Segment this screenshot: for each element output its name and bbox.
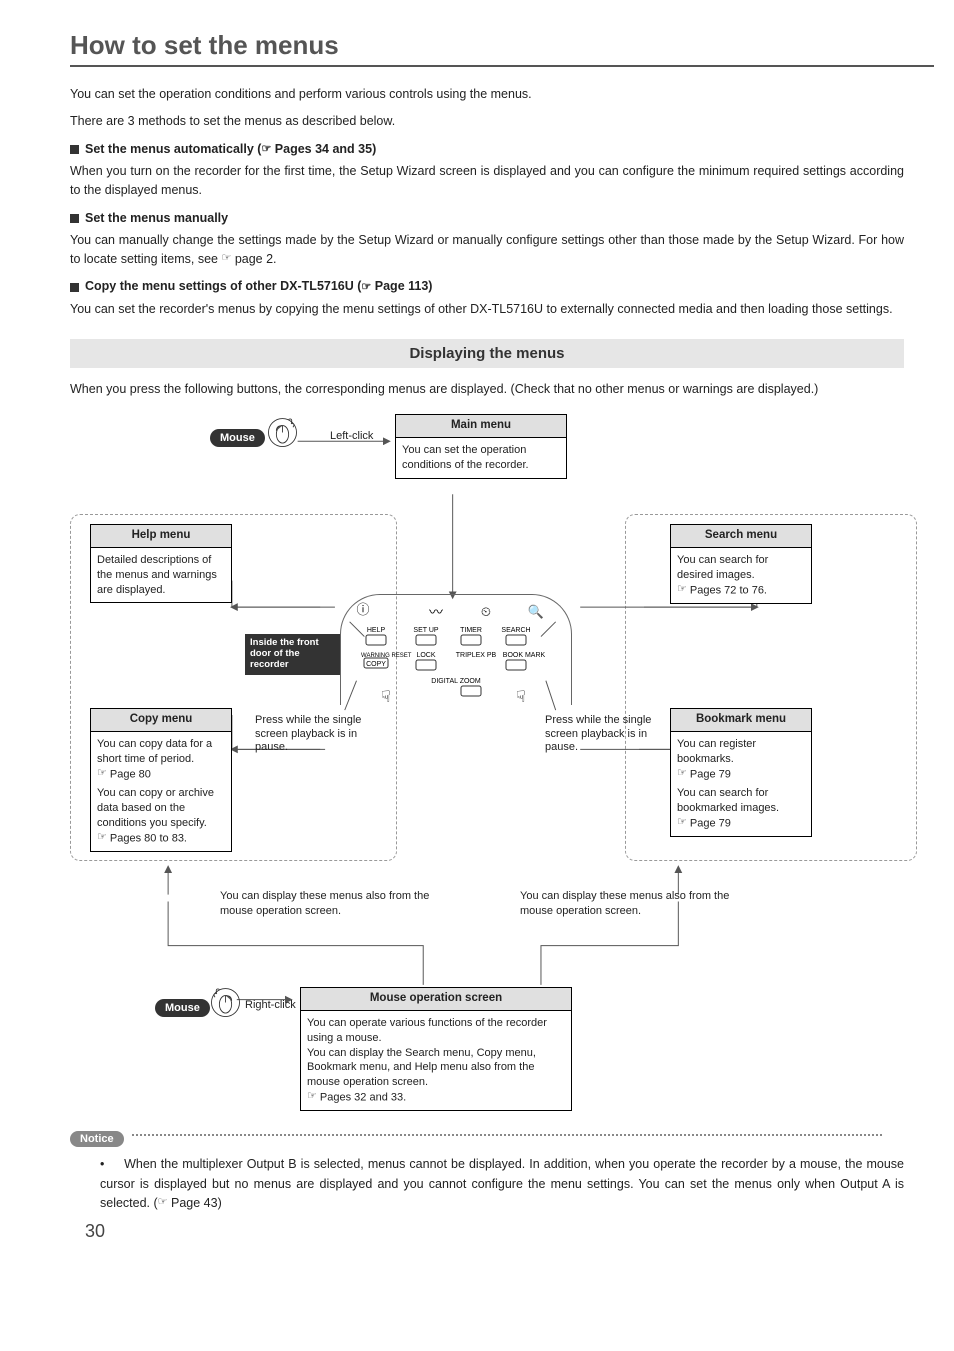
help-menu-box: Help menu Detailed descriptions of the m… [90, 524, 232, 603]
method-copy-heading-prefix: Copy the menu settings of other DX-TL571… [85, 279, 361, 293]
copy-menu-ref-1: Page 80 [107, 768, 151, 780]
method-auto-heading: Set the menus automatically (☞ Pages 34 … [70, 142, 904, 156]
bookmark-menu-box-2: You can search for bookmarked images. ☞ … [670, 781, 812, 837]
menu-diagram: Mouse Left-click Main menu You can set t… [70, 409, 904, 1129]
section-intro: When you press the following buttons, th… [70, 380, 904, 399]
method-copy-heading-suffix: Page 113) [371, 279, 432, 293]
method-manual-heading-text: Set the menus manually [85, 211, 228, 225]
search-menu-title: Search menu [671, 525, 811, 548]
main-menu-title: Main menu [396, 415, 566, 438]
svg-text:COPY: COPY [366, 661, 386, 668]
mouse-op-box: Mouse operation screen You can operate v… [300, 987, 572, 1111]
page-ref-icon: ☞ [158, 1194, 168, 1211]
display-also-right: You can display these menus also from th… [520, 889, 730, 918]
method-auto-heading-prefix: Set the menus automatically ( [85, 142, 261, 156]
svg-text:BOOK MARK: BOOK MARK [503, 652, 546, 659]
left-click-label: Left-click [330, 430, 373, 443]
svg-text:🔍: 🔍 [528, 603, 544, 619]
bookmark-menu-body-1: You can register bookmarks. [677, 738, 756, 765]
copy-menu-body-2: You can copy or archive data based on th… [97, 787, 214, 829]
notice-body-suffix: Page 43) [168, 1196, 222, 1210]
svg-text:⏲: ⏲ [481, 604, 491, 619]
page-ref-icon: ☞ [221, 250, 231, 267]
svg-text:ⓘ: ⓘ [356, 602, 369, 617]
method-auto-body: When you turn on the recorder for the fi… [70, 162, 904, 201]
recorder-panel: ⓘ 〰 ⏲ 🔍 HELP SET UP TIMER SEARCH WARNING… [340, 594, 572, 705]
press-pause-left: Press while the single screen playback i… [255, 714, 365, 754]
notice-section: Notice • When the multiplexer Output B i… [70, 1129, 904, 1213]
copy-menu-title: Copy menu [91, 709, 231, 732]
method-copy-heading: Copy the menu settings of other DX-TL571… [70, 279, 904, 293]
svg-text:TRIPLEX PB: TRIPLEX PB [456, 652, 497, 659]
svg-text:HELP: HELP [367, 627, 386, 634]
method-copy-body: You can set the recorder's menus by copy… [70, 300, 904, 319]
bookmark-menu-ref-2: Page 79 [687, 817, 731, 829]
method-manual-heading: Set the menus manually [70, 211, 904, 225]
method-manual-body: You can manually change the settings mad… [70, 231, 904, 270]
mouse-pill-bottom: Mouse [155, 999, 210, 1017]
page-ref-icon: ☞ [677, 582, 687, 597]
mouse-op-ref: Pages 32 and 33. [317, 1091, 406, 1103]
help-menu-title: Help menu [91, 525, 231, 548]
page-ref-icon: ☞ [97, 766, 107, 781]
mouse-icon-top [265, 415, 300, 450]
svg-text:LOCK: LOCK [416, 652, 435, 659]
search-menu-ref: Pages 72 to 76. [687, 584, 767, 596]
page-ref-icon: ☞ [261, 142, 271, 155]
method-manual-body-suffix: page 2. [231, 252, 276, 266]
help-menu-body: Detailed descriptions of the menus and w… [91, 548, 231, 603]
section-heading: Displaying the menus [70, 339, 904, 368]
notice-dots [132, 1134, 882, 1137]
svg-text:SEARCH: SEARCH [501, 627, 530, 634]
front-door-label: Inside the front door of the recorder [245, 634, 340, 675]
svg-text:TIMER: TIMER [460, 627, 482, 634]
main-menu-box: Main menu You can set the operation cond… [395, 414, 567, 478]
intro-text-2: There are 3 methods to set the menus as … [70, 112, 904, 131]
bookmark-menu-title: Bookmark menu [671, 709, 811, 732]
press-pause-right: Press while the single screen playback i… [545, 714, 655, 754]
svg-text:☟: ☟ [381, 689, 391, 705]
copy-menu-ref-2: Pages 80 to 83. [107, 832, 187, 844]
page-ref-icon: ☞ [307, 1089, 317, 1104]
bookmark-menu-ref-1: Page 79 [687, 768, 731, 780]
copy-menu-box-2: You can copy or archive data based on th… [90, 781, 232, 852]
page-number: 30 [85, 1221, 105, 1242]
search-menu-body: You can search for desired images. [677, 554, 768, 581]
right-click-label: Right-click [245, 999, 296, 1012]
method-manual-body-prefix: You can manually change the settings mad… [70, 233, 904, 266]
method-auto-heading-suffix: Pages 34 and 35) [271, 142, 376, 156]
display-also-left: You can display these menus also from th… [220, 889, 430, 918]
mouse-pill-top: Mouse [210, 429, 265, 447]
intro-text-1: You can set the operation conditions and… [70, 85, 904, 104]
search-menu-box: Search menu You can search for desired i… [670, 524, 812, 603]
bookmark-menu-box-1: Bookmark menu You can register bookmarks… [670, 708, 812, 787]
bookmark-menu-body-2: You can search for bookmarked images. [677, 787, 779, 814]
page-ref-icon: ☞ [97, 830, 107, 845]
notice-badge: Notice [70, 1131, 124, 1147]
svg-text:SET UP: SET UP [413, 627, 438, 634]
page-ref-icon: ☞ [361, 280, 371, 293]
page-ref-icon: ☞ [677, 815, 687, 830]
copy-menu-body-1: You can copy data for a short time of pe… [97, 738, 212, 765]
mouse-op-body: You can operate various functions of the… [307, 1017, 547, 1088]
copy-menu-box-1: Copy menu You can copy data for a short … [90, 708, 232, 787]
main-menu-body: You can set the operation conditions of … [396, 438, 566, 478]
page-title: How to set the menus [70, 30, 934, 67]
svg-text:☟: ☟ [516, 689, 526, 705]
mouse-op-title: Mouse operation screen [301, 988, 571, 1011]
notice-body: • When the multiplexer Output B is selec… [100, 1155, 904, 1213]
svg-text:DIGITAL ZOOM: DIGITAL ZOOM [431, 678, 481, 685]
mouse-icon-bottom [208, 985, 243, 1020]
svg-text:〰: 〰 [429, 604, 443, 620]
page-ref-icon: ☞ [677, 766, 687, 781]
